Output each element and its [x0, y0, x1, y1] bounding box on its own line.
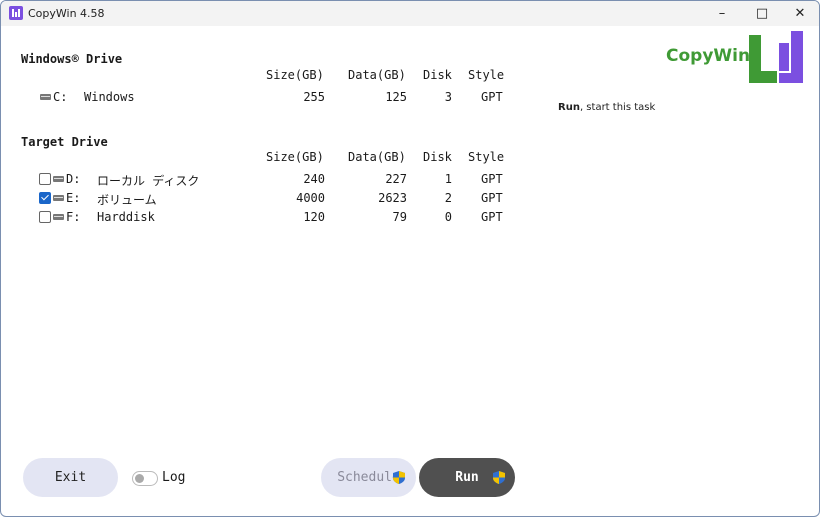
drive-icon: [53, 176, 64, 182]
drive-icon: [53, 195, 64, 201]
col-header-data: Data(GB): [348, 68, 406, 82]
col-header-data: Data(GB): [348, 150, 406, 164]
drive-size: 255: [303, 90, 325, 104]
app-window: CopyWin 4.58 – □ ✕ CopyWin Run, start th…: [0, 0, 820, 517]
close-icon[interactable]: ✕: [781, 1, 819, 26]
drive-letter: C:: [53, 90, 68, 104]
target-checkbox-f[interactable]: [39, 211, 51, 223]
target-drive-title: Target Drive: [21, 135, 108, 149]
drive-icon: [53, 214, 64, 220]
copywin-logo-icon: [749, 29, 803, 83]
col-header-disk: Disk: [423, 68, 452, 82]
drive-style: GPT: [481, 191, 503, 205]
drive-style: GPT: [481, 172, 503, 186]
drive-style: GPT: [481, 210, 503, 224]
maximize-icon[interactable]: □: [743, 1, 781, 26]
exit-button[interactable]: Exit: [23, 458, 118, 497]
hint-text: Run, start this task: [558, 102, 656, 113]
drive-data: 227: [385, 172, 407, 186]
drive-size: 240: [303, 172, 325, 186]
drive-icon: [40, 94, 51, 100]
drive-style: GPT: [481, 90, 503, 104]
log-label: Log: [162, 470, 186, 485]
windows-drive-title: Windows® Drive: [21, 52, 123, 66]
col-header-style: Style: [468, 68, 505, 82]
window-title: CopyWin 4.58: [28, 7, 105, 20]
drive-data: 79: [392, 210, 407, 224]
drive-data: 125: [385, 90, 407, 104]
run-button[interactable]: Run: [419, 458, 515, 497]
log-toggle[interactable]: [132, 471, 158, 486]
drive-size: 4000: [296, 191, 325, 205]
drive-disk: 0: [444, 210, 452, 224]
schedule-button[interactable]: Schedule: [321, 458, 416, 497]
col-header-disk: Disk: [423, 150, 452, 164]
drive-name: ボリューム: [97, 193, 157, 207]
brand-logo-text: CopyWin: [666, 46, 751, 66]
col-header-size: Size(GB): [266, 150, 324, 164]
drive-size: 120: [303, 210, 325, 224]
drive-disk: 3: [444, 90, 452, 104]
drive-letter: E:: [66, 191, 81, 205]
target-checkbox-d[interactable]: [39, 173, 51, 185]
drive-letter: F:: [66, 210, 81, 224]
uac-shield-icon: [493, 471, 505, 484]
drive-disk: 1: [444, 172, 452, 186]
drive-name: Windows: [84, 90, 135, 104]
col-header-size: Size(GB): [266, 68, 324, 82]
drive-letter: D:: [66, 172, 81, 186]
target-checkbox-e[interactable]: [39, 192, 51, 204]
drive-name: Harddisk: [97, 210, 155, 224]
minimize-icon[interactable]: –: [703, 1, 741, 26]
drive-name: ローカル ディスク: [97, 174, 200, 188]
title-bar: CopyWin 4.58 – □ ✕: [1, 1, 819, 26]
col-header-style: Style: [468, 150, 505, 164]
drive-data: 2623: [378, 191, 407, 205]
drive-disk: 2: [444, 191, 452, 205]
copywin-app-icon: [9, 6, 23, 20]
uac-shield-icon: [393, 471, 405, 484]
